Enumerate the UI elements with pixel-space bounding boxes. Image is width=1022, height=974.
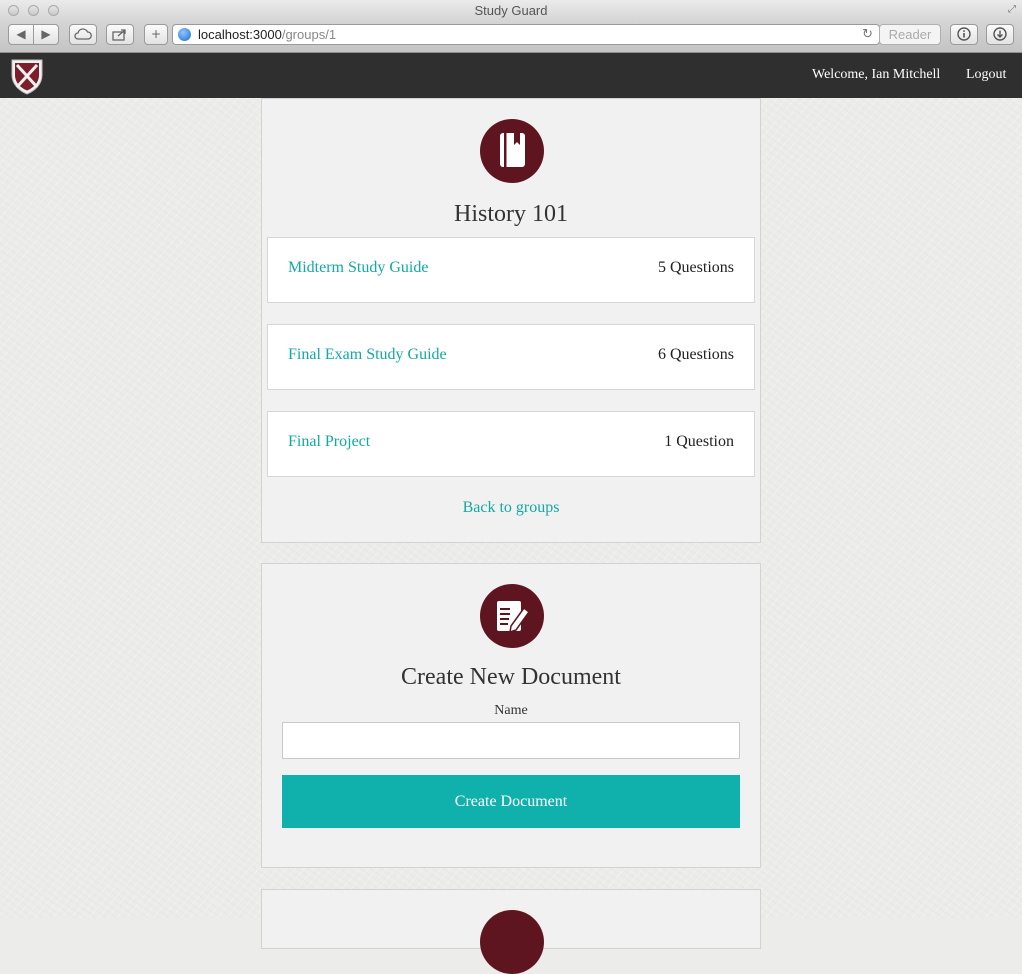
question-count: 6 Questions bbox=[658, 346, 734, 363]
document-row: Midterm Study Guide 5 Questions bbox=[267, 237, 755, 303]
name-label: Name bbox=[494, 703, 528, 718]
info-icon[interactable] bbox=[950, 24, 978, 45]
share-icon[interactable] bbox=[106, 24, 134, 45]
group-title: History 101 bbox=[454, 201, 568, 227]
minimize-window-button[interactable] bbox=[28, 5, 39, 16]
question-count: 5 Questions bbox=[658, 259, 734, 276]
notebook-icon bbox=[480, 119, 544, 183]
shield-logo-icon[interactable] bbox=[10, 57, 44, 100]
document-link[interactable]: Final Project bbox=[288, 433, 370, 451]
new-tab-plus-icon[interactable]: + bbox=[144, 24, 168, 45]
download-icon[interactable] bbox=[986, 24, 1014, 45]
document-row: Final Exam Study Guide 6 Questions bbox=[267, 324, 755, 390]
document-link[interactable]: Final Exam Study Guide bbox=[288, 346, 447, 364]
create-document-title: Create New Document bbox=[401, 664, 621, 690]
next-panel bbox=[261, 889, 761, 974]
window-titlebar: Study Guard ⤢ bbox=[0, 0, 1022, 20]
page-content: History 101 Midterm Study Guide 5 Questi… bbox=[0, 98, 1022, 974]
url-path: /groups/1 bbox=[281, 27, 337, 42]
panel-icon bbox=[480, 910, 544, 974]
browser-toolbar: ◀ ▶ + localhost:3000/groups/1 ↻ Reader bbox=[0, 20, 1022, 53]
document-row: Final Project 1 Question bbox=[267, 411, 755, 477]
group-panel: History 101 Midterm Study Guide 5 Questi… bbox=[261, 98, 761, 543]
back-arrow-icon[interactable]: ◀ bbox=[8, 24, 34, 45]
app-navbar: Welcome, Ian Mitchell Logout bbox=[0, 53, 1022, 98]
document-name-input[interactable] bbox=[282, 722, 740, 759]
create-document-panel: Create New Document Name Create Document bbox=[261, 563, 761, 868]
address-bar[interactable]: localhost:3000/groups/1 ↻ bbox=[172, 24, 880, 45]
fullscreen-icon[interactable]: ⤢ bbox=[1008, 4, 1016, 16]
edit-document-icon bbox=[480, 584, 544, 648]
cloud-icon[interactable] bbox=[69, 24, 97, 45]
close-window-button[interactable] bbox=[8, 5, 19, 16]
reader-button[interactable]: Reader bbox=[879, 24, 941, 45]
url-host: localhost:3000 bbox=[198, 27, 282, 42]
forward-arrow-icon[interactable]: ▶ bbox=[33, 24, 59, 45]
zoom-window-button[interactable] bbox=[48, 5, 59, 16]
reload-icon[interactable]: ↻ bbox=[862, 25, 873, 44]
logout-link[interactable]: Logout bbox=[966, 67, 1006, 83]
create-document-button[interactable]: Create Document bbox=[282, 775, 740, 828]
window-title: Study Guard bbox=[474, 3, 548, 18]
globe-icon bbox=[178, 28, 191, 41]
question-count: 1 Question bbox=[664, 433, 734, 450]
document-link[interactable]: Midterm Study Guide bbox=[288, 259, 428, 277]
welcome-message: Welcome, Ian Mitchell bbox=[812, 67, 941, 82]
back-to-groups-link[interactable]: Back to groups bbox=[262, 499, 760, 517]
